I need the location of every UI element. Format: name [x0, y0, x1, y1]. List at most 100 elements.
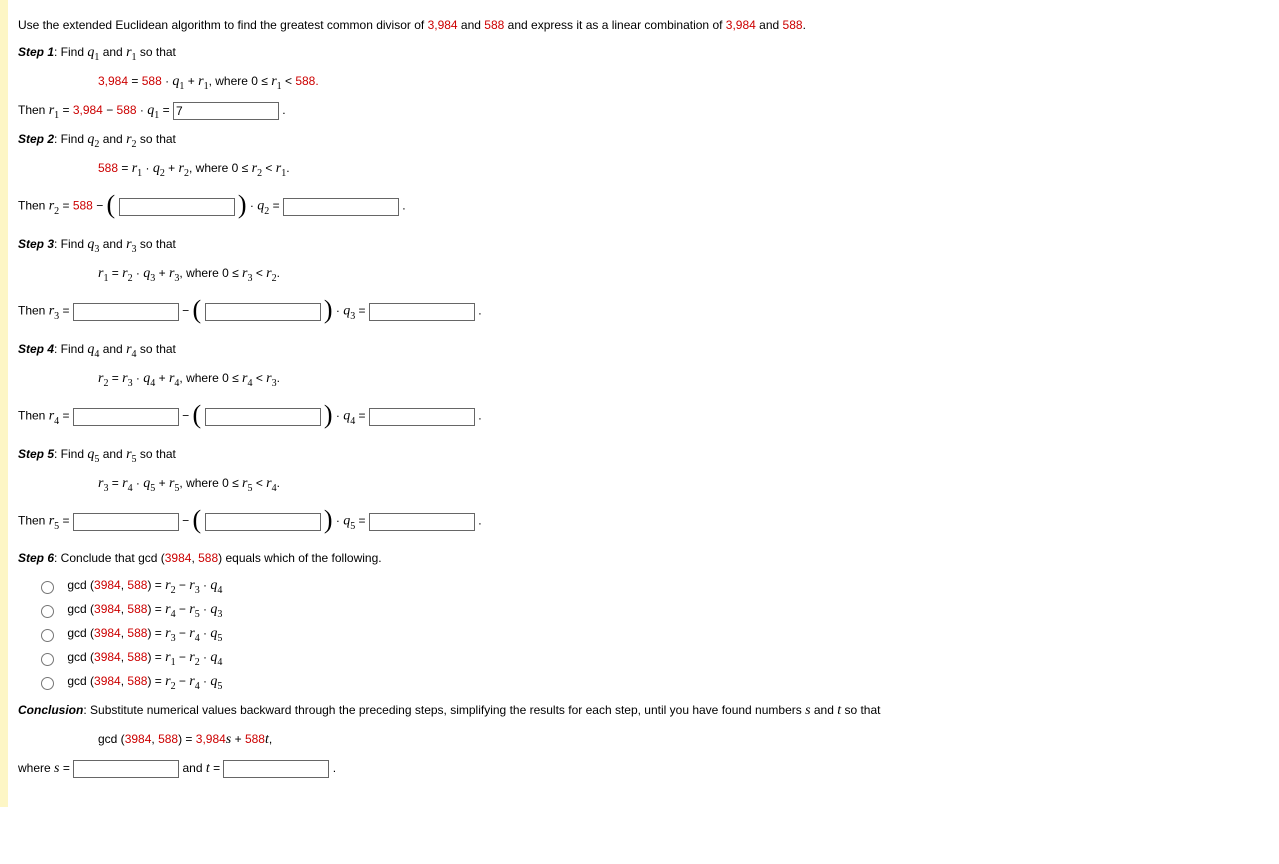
text: =: [59, 103, 73, 117]
text: so that: [137, 447, 176, 461]
text: , where 0 ≤: [209, 74, 272, 88]
text: and: [458, 18, 485, 32]
text: −: [93, 199, 107, 213]
text: .: [803, 18, 806, 32]
conclusion-inputs: where s = and t = .: [18, 758, 1279, 779]
radio-option-1[interactable]: [41, 581, 54, 594]
text: ,: [269, 732, 272, 746]
step-label: Step 5: [18, 447, 54, 461]
step3-paren-input[interactable]: [205, 303, 321, 321]
step4-a-input[interactable]: [73, 408, 179, 426]
num: 3984: [94, 626, 121, 640]
step6-option-5: gcd (3984, 588) = r2 − r4 · q5: [36, 671, 1279, 692]
radio-option-5[interactable]: [41, 677, 54, 690]
text: <: [252, 266, 266, 280]
num: 588: [127, 578, 147, 592]
num: 3984: [165, 551, 192, 565]
text: and: [811, 703, 838, 717]
num: 588: [142, 74, 162, 88]
text: so that: [841, 703, 880, 717]
step-label: Step 2: [18, 132, 54, 146]
text: and: [756, 18, 783, 32]
radio-option-4[interactable]: [41, 653, 54, 666]
text: −: [176, 626, 190, 640]
step5-heading: Step 5: Find q5 and r5 so that: [18, 444, 1279, 465]
conclusion-equation: gcd (3984, 588) = 3,984s + 588t,: [98, 729, 1279, 750]
radio-option-3[interactable]: [41, 629, 54, 642]
text: −: [176, 674, 190, 688]
text: .: [399, 199, 406, 213]
step5-paren-input[interactable]: [205, 513, 321, 531]
conclusion-label: Conclusion: [18, 703, 83, 717]
text: : Find: [54, 45, 87, 59]
num: 3984: [125, 732, 152, 746]
text: ·: [133, 371, 144, 385]
text: , where 0 ≤: [179, 266, 242, 280]
step2-then: Then r2 = 588 − ( ) · q2 = .: [18, 187, 1279, 226]
text: <: [282, 74, 296, 88]
text: : Find: [54, 342, 87, 356]
step3-a-input[interactable]: [73, 303, 179, 321]
r1-input[interactable]: [173, 102, 279, 120]
text: .: [475, 409, 482, 423]
num: 588: [127, 626, 147, 640]
text: ) =: [147, 626, 165, 640]
text: and: [179, 761, 206, 775]
step4-result-input[interactable]: [369, 408, 475, 426]
text: +: [184, 74, 198, 88]
num: 588: [98, 161, 118, 175]
text: ·: [200, 626, 211, 640]
text: ·: [133, 266, 144, 280]
text: gcd (: [67, 578, 94, 592]
text: =: [59, 304, 73, 318]
step5-result-input[interactable]: [369, 513, 475, 531]
text: and: [99, 447, 126, 461]
text: .: [286, 161, 289, 175]
text: Then: [18, 103, 49, 117]
t-input[interactable]: [223, 760, 329, 778]
text: ·: [333, 514, 344, 528]
text: +: [155, 476, 169, 490]
text: , where 0 ≤: [179, 371, 242, 385]
step3-result-input[interactable]: [369, 303, 475, 321]
text: ) =: [147, 650, 165, 664]
text: so that: [137, 342, 176, 356]
num: 588: [783, 18, 803, 32]
step5-equation: r3 = r4 · q5 + r5, where 0 ≤ r5 < r4.: [98, 473, 1279, 494]
text: =: [118, 161, 132, 175]
text: gcd (: [67, 650, 94, 664]
num: 3984: [94, 602, 121, 616]
step6-option-1: gcd (3984, 588) = r2 − r3 · q4: [36, 575, 1279, 596]
step2-paren-input[interactable]: [119, 198, 235, 216]
text: .: [329, 761, 336, 775]
text: ·: [200, 650, 211, 664]
text: and express it as a linear combination o…: [504, 18, 725, 32]
step1-equation: 3,984 = 588 · q1 + r1, where 0 ≤ r1 < 58…: [98, 71, 1279, 92]
text: <: [252, 476, 266, 490]
text: +: [155, 266, 169, 280]
step6-option-3: gcd (3984, 588) = r3 − r4 · q5: [36, 623, 1279, 644]
text: +: [165, 161, 179, 175]
text: .: [279, 103, 286, 117]
s-input[interactable]: [73, 760, 179, 778]
num: 588: [198, 551, 218, 565]
step5-a-input[interactable]: [73, 513, 179, 531]
text: .: [475, 304, 482, 318]
step1-heading: Step 1: Find q1 and r1 so that: [18, 42, 1279, 63]
text: and: [99, 45, 126, 59]
text: =: [59, 199, 73, 213]
step2-result-input[interactable]: [283, 198, 399, 216]
num: 588: [127, 602, 147, 616]
step6-option-2: gcd (3984, 588) = r4 − r5 · q3: [36, 599, 1279, 620]
step4-paren-input[interactable]: [205, 408, 321, 426]
text: ·: [333, 304, 344, 318]
text: so that: [137, 45, 176, 59]
num: 3,984: [726, 18, 756, 32]
text: ·: [333, 409, 344, 423]
step6-option-4: gcd (3984, 588) = r1 − r2 · q4: [36, 647, 1279, 668]
text: so that: [137, 132, 176, 146]
text: ·: [247, 199, 258, 213]
radio-option-2[interactable]: [41, 605, 54, 618]
intro-text: Use the extended Euclidean algorithm to …: [18, 16, 1279, 34]
text: −: [176, 650, 190, 664]
